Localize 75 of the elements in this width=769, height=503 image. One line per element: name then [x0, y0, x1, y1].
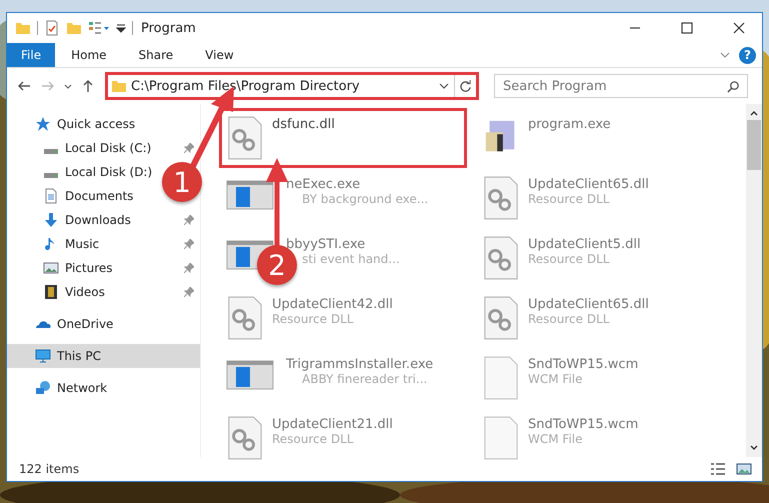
- file-description: Resource DLL: [272, 432, 354, 446]
- gear-file-icon: [482, 175, 520, 221]
- item-count: 122 items: [19, 462, 80, 476]
- file-description: WCM File: [528, 372, 584, 386]
- ribbon-tab[interactable]: File: [7, 43, 56, 67]
- sidebar-item[interactable]: Music: [7, 232, 200, 256]
- sidebar-item[interactable]: This PC: [7, 344, 200, 368]
- file-description: sti event hand...: [301, 252, 400, 266]
- scrollbar-thumb[interactable]: [747, 120, 761, 170]
- file-name: UpdateClient65.dll: [528, 177, 649, 192]
- window-title: Program: [141, 20, 196, 36]
- file-name: UpdateClient21.dll: [272, 417, 393, 432]
- sidebar-item[interactable]: Local Disk (C:): [7, 136, 200, 160]
- ribbon-tab[interactable]: View: [189, 43, 250, 67]
- gear-file-icon: [226, 415, 264, 461]
- file-name: UpdateClient65.dll: [528, 297, 649, 312]
- sidebar-item[interactable]: Documents: [7, 184, 140, 208]
- maximize-icon[interactable]: [681, 22, 693, 34]
- gear-file-icon: [482, 235, 520, 281]
- file-name: neExec.exe: [286, 177, 362, 192]
- details-view-icon[interactable]: [710, 462, 726, 476]
- document-icon: [43, 188, 59, 204]
- folder-icon: [111, 78, 127, 94]
- search-icon[interactable]: [727, 80, 740, 93]
- file-description: Resource DLL: [528, 312, 610, 326]
- sidebar-item[interactable]: Videos: [7, 280, 200, 304]
- gear-file-icon: [482, 295, 520, 341]
- search-field[interactable]: Search Program: [494, 74, 748, 98]
- sidebar-item[interactable]: Quick access: [7, 112, 142, 136]
- drive-icon: [43, 172, 59, 178]
- pin-icon[interactable]: [184, 239, 194, 249]
- pin-icon[interactable]: [184, 143, 194, 153]
- ribbon-tab[interactable]: Home: [55, 43, 123, 67]
- file-description: WCM File: [528, 432, 584, 446]
- star-icon: [35, 116, 51, 132]
- download-arrow-icon: [43, 212, 59, 228]
- file-name: UpdateClient42.dll: [272, 297, 393, 312]
- file-tile[interactable]: dsfunc.dll: [219, 108, 467, 168]
- sidebar-item[interactable]: Network: [7, 376, 114, 400]
- large-icons-view-icon[interactable]: [736, 462, 752, 476]
- blank-file-icon: [482, 415, 520, 461]
- pin-icon[interactable]: [184, 287, 194, 297]
- file-name: SndToWP15.wcm: [528, 417, 638, 432]
- help-button[interactable]: ?: [739, 46, 756, 64]
- sidebar-item[interactable]: Pictures: [7, 256, 200, 280]
- file-description: BY background exe...: [301, 192, 428, 206]
- pin-icon[interactable]: [184, 263, 194, 273]
- file-name: program.exe: [528, 117, 611, 132]
- gear-file-icon: [226, 295, 264, 341]
- file-name: TrigrammsInstaller.exe: [286, 357, 434, 372]
- film-icon: [43, 284, 59, 300]
- address-bar[interactable]: C:\Program Files\Program Directory: [105, 72, 479, 100]
- pin-icon[interactable]: [184, 215, 194, 225]
- blank-file-icon: [482, 355, 520, 401]
- file-name: UpdateClient5.dll: [528, 237, 641, 252]
- close-icon[interactable]: [733, 22, 745, 34]
- file-description: ABBY finereader tri...: [301, 372, 428, 386]
- file-name: dsfunc.dll: [272, 117, 335, 132]
- drive-icon: [43, 148, 59, 154]
- file-description: Resource DLL: [272, 312, 354, 326]
- gear-file-icon: [226, 115, 264, 161]
- network-icon: [35, 380, 51, 396]
- properties-check-icon[interactable]: [44, 20, 60, 36]
- address-path: C:\Program Files\Program Directory: [130, 78, 361, 94]
- ribbon-tab[interactable]: Share: [122, 43, 190, 67]
- file-description: Resource DLL: [528, 252, 610, 266]
- sidebar-item[interactable]: Local Disk (D:): [7, 160, 158, 184]
- picture-icon: [43, 260, 59, 276]
- monitor-icon: [35, 348, 51, 364]
- sidebar-item[interactable]: Downloads: [7, 208, 200, 232]
- file-description: Resource DLL: [528, 192, 610, 206]
- sidebar-item[interactable]: OneDrive: [7, 312, 120, 336]
- file-name: SndToWP15.wcm: [528, 357, 638, 372]
- refresh-icon[interactable]: [459, 80, 472, 92]
- view-dropdown-icon[interactable]: [88, 20, 110, 36]
